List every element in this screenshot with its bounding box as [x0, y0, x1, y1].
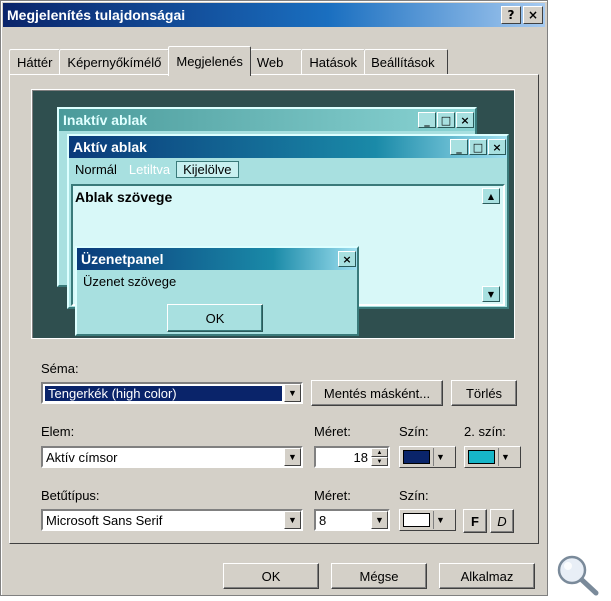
apply-button[interactable]: Alkalmaz — [439, 563, 535, 589]
scheme-select[interactable]: Tengerkék (high color) ▼ — [41, 382, 303, 404]
item-select[interactable]: Aktív címsor ▼ — [41, 446, 303, 468]
chevron-down-icon[interactable]: ▼ — [284, 384, 301, 402]
help-button[interactable]: ? — [501, 6, 521, 24]
tab-kepernyokimelo[interactable]: Képernyőkímélő — [59, 49, 170, 75]
delete-button[interactable]: Törlés — [451, 380, 517, 406]
save-as-button[interactable]: Mentés másként... — [311, 380, 443, 406]
item-color2-swatch — [468, 450, 495, 464]
chevron-down-icon[interactable]: ▼ — [284, 511, 301, 529]
close-icon: × — [488, 139, 506, 155]
tab-beallitasok[interactable]: Beállítások — [364, 49, 448, 75]
minimize-icon: _ — [450, 139, 468, 155]
message-box-title: Üzenetpanel — [81, 251, 164, 267]
maximize-icon: □ — [437, 112, 455, 128]
item-color-swatch — [403, 450, 430, 464]
scheme-value: Tengerkék (high color) — [45, 385, 282, 401]
chevron-down-icon[interactable]: ▼ — [371, 511, 388, 529]
display-properties-dialog: Megjelenítés tulajdonságai ? × Háttér Ké… — [0, 0, 548, 596]
item-size-value: 18 — [353, 449, 368, 465]
close-icon: × — [456, 112, 474, 128]
menu-disabled: Letiltva — [128, 161, 171, 177]
font-value: Microsoft Sans Serif — [46, 512, 163, 528]
tab-hatter[interactable]: Háttér — [9, 49, 61, 75]
font-size-select[interactable]: 8 ▼ — [314, 509, 390, 531]
chevron-down-icon: ▼ — [498, 448, 512, 466]
font-size-value: 8 — [319, 512, 327, 528]
preview-menu-bar: Normál Letiltva Kijelölve — [69, 158, 507, 180]
chevron-down-icon: ▼ — [433, 511, 447, 529]
scroll-up-icon: ▲ — [482, 188, 500, 204]
item-label: Elem: — [41, 424, 75, 439]
font-color-label: Szín: — [399, 488, 429, 503]
item-color-picker[interactable]: ▼ — [399, 446, 456, 468]
close-button[interactable]: × — [523, 6, 543, 24]
window-text: Ablak szövege — [75, 189, 173, 205]
font-color-picker[interactable]: ▼ — [399, 509, 456, 531]
item-color-label: Szín: — [399, 424, 429, 439]
magnifier-icon[interactable] — [552, 552, 602, 598]
dialog-title: Megjelenítés tulajdonságai — [7, 7, 186, 23]
active-window-title: Aktív ablak — [73, 139, 147, 155]
spin-up-icon[interactable]: ▲ — [371, 448, 388, 457]
tab-strip: Háttér Képernyőkímélő Megjelenés Web Hat… — [9, 45, 448, 76]
inactive-window-title: Inaktív ablak — [63, 112, 148, 128]
preview-message-box: Üzenetpanel × Üzenet szövege OK — [75, 246, 359, 336]
item-size-stepper[interactable]: 18 ▲ ▼ — [314, 446, 390, 468]
font-size-label: Méret: — [314, 488, 351, 503]
scheme-label: Séma: — [41, 361, 79, 376]
bold-toggle[interactable]: F — [463, 509, 487, 533]
maximize-icon: □ — [469, 139, 487, 155]
font-color-swatch — [403, 513, 430, 527]
menu-selected: Kijelölve — [176, 160, 239, 178]
message-text: Üzenet szövege — [83, 274, 177, 289]
font-label: Betűtípus: — [41, 488, 100, 503]
italic-toggle[interactable]: D — [490, 509, 514, 533]
minimize-icon: _ — [418, 112, 436, 128]
font-select[interactable]: Microsoft Sans Serif ▼ — [41, 509, 303, 531]
chevron-down-icon[interactable]: ▼ — [284, 448, 301, 466]
tab-web[interactable]: Web — [249, 49, 303, 75]
item-color2-label: 2. szín: — [464, 424, 506, 439]
chevron-down-icon: ▼ — [433, 448, 447, 466]
magnifier-icon-graphic — [557, 555, 599, 596]
appearance-preview[interactable]: Inaktív ablak _ □ × Aktív ablak _ □ × No… — [31, 89, 515, 339]
close-icon: × — [338, 251, 356, 267]
ok-button[interactable]: OK — [223, 563, 319, 589]
cancel-button[interactable]: Mégse — [331, 563, 427, 589]
menu-normal: Normál — [75, 161, 117, 177]
item-size-label: Méret: — [314, 424, 351, 439]
tab-hatasok[interactable]: Hatások — [301, 49, 366, 75]
title-bar: Megjelenítés tulajdonságai ? × — [3, 3, 545, 27]
message-ok-button: OK — [167, 304, 263, 332]
spin-down-icon[interactable]: ▼ — [371, 457, 388, 466]
item-value: Aktív címsor — [46, 449, 118, 465]
item-color2-picker[interactable]: ▼ — [464, 446, 521, 468]
scroll-down-icon: ▼ — [482, 286, 500, 302]
tab-megjelenes[interactable]: Megjelenés — [168, 46, 251, 76]
